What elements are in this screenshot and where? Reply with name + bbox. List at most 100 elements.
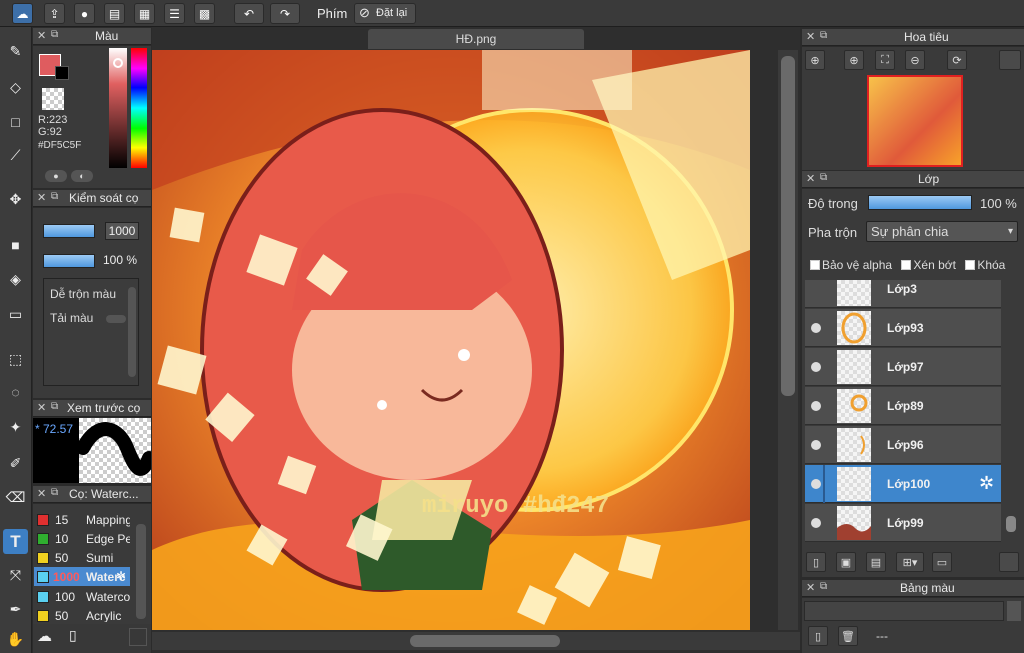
gradient-tool-icon[interactable]: ▭	[3, 302, 28, 327]
gear-icon[interactable]: ✲	[116, 569, 126, 583]
vertical-scrollbar[interactable]	[778, 50, 798, 630]
brush-item[interactable]: 100 Waterco	[34, 587, 130, 606]
bucket-tool-icon[interactable]: ◈	[3, 267, 28, 292]
close-icon[interactable]: ✕	[37, 29, 46, 42]
brush-item[interactable]: 10 Edge Pe	[34, 529, 130, 548]
opacity-slider[interactable]	[43, 254, 95, 268]
fill-rect-tool-icon[interactable]: ■	[3, 232, 28, 257]
visibility-icon[interactable]	[811, 518, 821, 528]
select-rect-icon[interactable]: ⬚	[3, 347, 28, 372]
brush-tool-icon[interactable]: ✎	[3, 39, 28, 64]
brush-item[interactable]: 50 Acrylic	[34, 606, 130, 622]
protect-alpha-checkbox[interactable]: Bảo vệ alpha	[810, 258, 892, 272]
trash-icon[interactable]: 🗑	[838, 626, 858, 646]
vertical-scroll-thumb[interactable]	[781, 56, 795, 396]
fit-icon[interactable]: ⛶	[875, 50, 895, 70]
load-slider[interactable]	[106, 315, 126, 323]
eraser-tool-icon[interactable]: ◇	[3, 75, 28, 100]
new-layer-8bit-icon[interactable]: ▣	[836, 552, 856, 572]
layer-opacity-slider[interactable]	[868, 195, 972, 210]
close-icon[interactable]: ✕	[37, 487, 46, 500]
folder-icon[interactable]: ▭	[932, 552, 952, 572]
popout-icon[interactable]: ⧉	[51, 29, 58, 40]
popout-icon[interactable]: ⧉	[820, 581, 827, 592]
horizontal-scrollbar[interactable]	[152, 632, 800, 650]
new-brush-icon[interactable]: ▯	[69, 627, 77, 644]
lock-checkbox[interactable]: Khóa	[965, 258, 1005, 272]
lasso-icon[interactable]: ◌	[3, 379, 28, 404]
zoom-in-2-icon[interactable]: ⊕	[844, 50, 864, 70]
brush-list-scrollbar[interactable]	[136, 524, 146, 619]
hue-slider[interactable]	[131, 48, 147, 168]
hand-tool-icon[interactable]: ✋	[3, 627, 28, 652]
select-eraser-icon[interactable]: ⌫	[3, 485, 28, 510]
add-brush-cloud-icon[interactable]: ☁	[37, 627, 52, 645]
brush-menu-icon[interactable]	[129, 628, 147, 646]
rectangle-tool-icon[interactable]: □	[3, 109, 28, 134]
add-layer-menu-icon[interactable]: ⊞▾	[896, 552, 924, 572]
layer-row[interactable]: Lớp3	[805, 280, 1001, 308]
size-input[interactable]: 1000	[105, 222, 139, 240]
layer-menu-icon[interactable]	[999, 552, 1019, 572]
new-palette-icon[interactable]: ▯	[808, 626, 828, 646]
new-layer-icon[interactable]: ▯	[806, 552, 826, 572]
close-icon[interactable]: ✕	[806, 581, 815, 594]
layer-scroll-thumb[interactable]	[1006, 516, 1016, 532]
palette-scrollbar[interactable]	[1007, 601, 1021, 621]
popout-icon[interactable]: ⧉	[51, 487, 58, 498]
layer-row[interactable]: Lớp96	[805, 426, 1001, 464]
popout-icon[interactable]: ⧉	[51, 401, 58, 412]
brush-item-selected[interactable]: 1000 Waterc ✲	[34, 567, 130, 586]
close-icon[interactable]: ✕	[806, 30, 815, 43]
layer-list-scrollbar[interactable]	[1004, 282, 1018, 544]
options-scrollbar[interactable]	[128, 287, 136, 377]
shade-handle[interactable]	[113, 58, 123, 68]
rotate-icon[interactable]: ⟳	[947, 50, 967, 70]
brush-item[interactable]: 50 Sumi	[34, 548, 130, 567]
close-icon[interactable]: ✕	[37, 191, 46, 204]
close-icon[interactable]: ✕	[37, 401, 46, 414]
visibility-icon[interactable]	[811, 401, 821, 411]
redo-icon[interactable]: ↷	[270, 3, 300, 24]
layers-panel-icon[interactable]: ☰	[164, 3, 185, 24]
blend-mode-select[interactable]: Sự phân chia ▾	[866, 221, 1018, 242]
layer-row[interactable]: Lớp97	[805, 348, 1001, 386]
document-icon[interactable]: ▦	[134, 3, 155, 24]
secondary-color-swatch[interactable]	[55, 66, 69, 80]
undo-icon[interactable]: ↶	[234, 3, 264, 24]
visibility-icon[interactable]	[811, 479, 821, 489]
text-tool-icon[interactable]: T	[3, 529, 28, 554]
popout-icon[interactable]: ⧉	[820, 172, 827, 183]
close-icon[interactable]: ✕	[806, 172, 815, 185]
navigator-thumbnail[interactable]	[867, 75, 963, 167]
new-layer-1bit-icon[interactable]: ▤	[866, 552, 886, 572]
visibility-icon[interactable]	[811, 440, 821, 450]
document-tab[interactable]: HĐ.png	[368, 29, 584, 49]
popout-icon[interactable]: ⧉	[51, 191, 58, 202]
reset-button[interactable]: ⊘ Đặt lại	[354, 3, 416, 24]
brush-item[interactable]: 15 Mapping	[34, 510, 130, 529]
transform-tool-icon[interactable]: ⤧	[3, 563, 28, 588]
navigator-menu-icon[interactable]	[999, 50, 1021, 70]
line-tool-icon[interactable]: ⟋	[3, 143, 28, 168]
export-icon[interactable]: ⇪	[44, 3, 65, 24]
color-wheel-icon[interactable]: ●	[45, 170, 67, 182]
layer-row[interactable]: Lớp99	[805, 504, 1001, 542]
message-icon[interactable]: ▤	[104, 3, 125, 24]
visibility-icon[interactable]	[811, 323, 821, 333]
popout-icon[interactable]: ⧉	[820, 30, 827, 41]
zoom-in-icon[interactable]: ⊕	[805, 50, 825, 70]
horizontal-scroll-thumb[interactable]	[410, 635, 560, 647]
color-mix-icon[interactable]: ◐	[71, 170, 93, 182]
visibility-icon[interactable]	[811, 362, 821, 372]
palette-swatches[interactable]	[804, 601, 1004, 621]
move-tool-icon[interactable]: ✥	[3, 187, 28, 212]
layer-row[interactable]: Lớp93	[805, 309, 1001, 347]
layer-row-selected[interactable]: Lớp100 ✲	[805, 465, 1001, 503]
select-pen-icon[interactable]: ✐	[3, 451, 28, 476]
layer-row[interactable]: Lớp89	[805, 387, 1001, 425]
eyedropper-icon[interactable]: ✒	[3, 597, 28, 622]
grid-panel-icon[interactable]: ▩	[194, 3, 215, 24]
clipping-checkbox[interactable]: Xén bớt	[901, 258, 956, 272]
comment-icon[interactable]: ●	[74, 3, 95, 24]
